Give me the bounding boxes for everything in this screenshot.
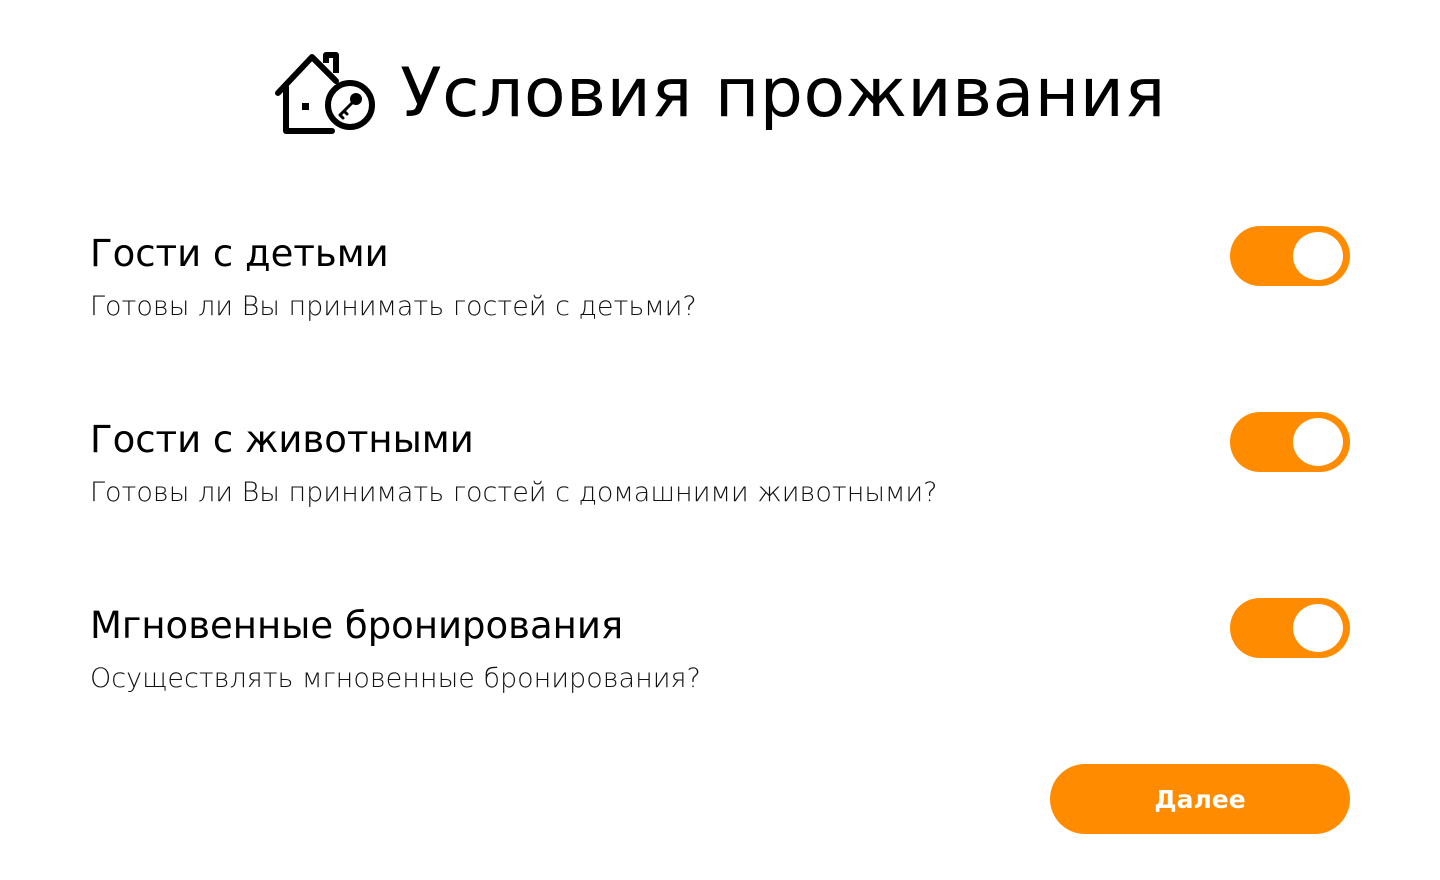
toggle-instant-booking[interactable] xyxy=(1230,598,1350,658)
setting-guests-with-children: Гости с детьми Готовы ли Вы принимать го… xyxy=(90,226,1350,342)
setting-description: Готовы ли Вы принимать гостей с домашним… xyxy=(90,477,938,508)
next-button[interactable]: Далее xyxy=(1050,764,1350,834)
toggle-guests-with-children[interactable] xyxy=(1230,226,1350,286)
toggle-knob xyxy=(1293,232,1343,280)
setting-title: Гости с животными xyxy=(90,418,474,461)
setting-title: Гости с детьми xyxy=(90,232,389,275)
page-title: Условия проживания xyxy=(400,54,1166,133)
setting-guests-with-pets: Гости с животными Готовы ли Вы принимать… xyxy=(90,412,1350,528)
house-key-icon xyxy=(275,52,376,134)
setting-title: Мгновенные бронирования xyxy=(90,604,624,647)
toggle-knob xyxy=(1293,418,1343,466)
toggle-knob xyxy=(1293,604,1343,652)
header-content: Условия проживания xyxy=(274,51,1166,137)
setting-description: Готовы ли Вы принимать гостей с детьми? xyxy=(90,291,697,322)
page-header: Условия проживания xyxy=(0,44,1440,144)
toggle-guests-with-pets[interactable] xyxy=(1230,412,1350,472)
setting-description: Осуществлять мгновенные бронирования? xyxy=(90,663,701,694)
setting-instant-booking: Мгновенные бронирования Осуществлять мгн… xyxy=(90,598,1350,714)
